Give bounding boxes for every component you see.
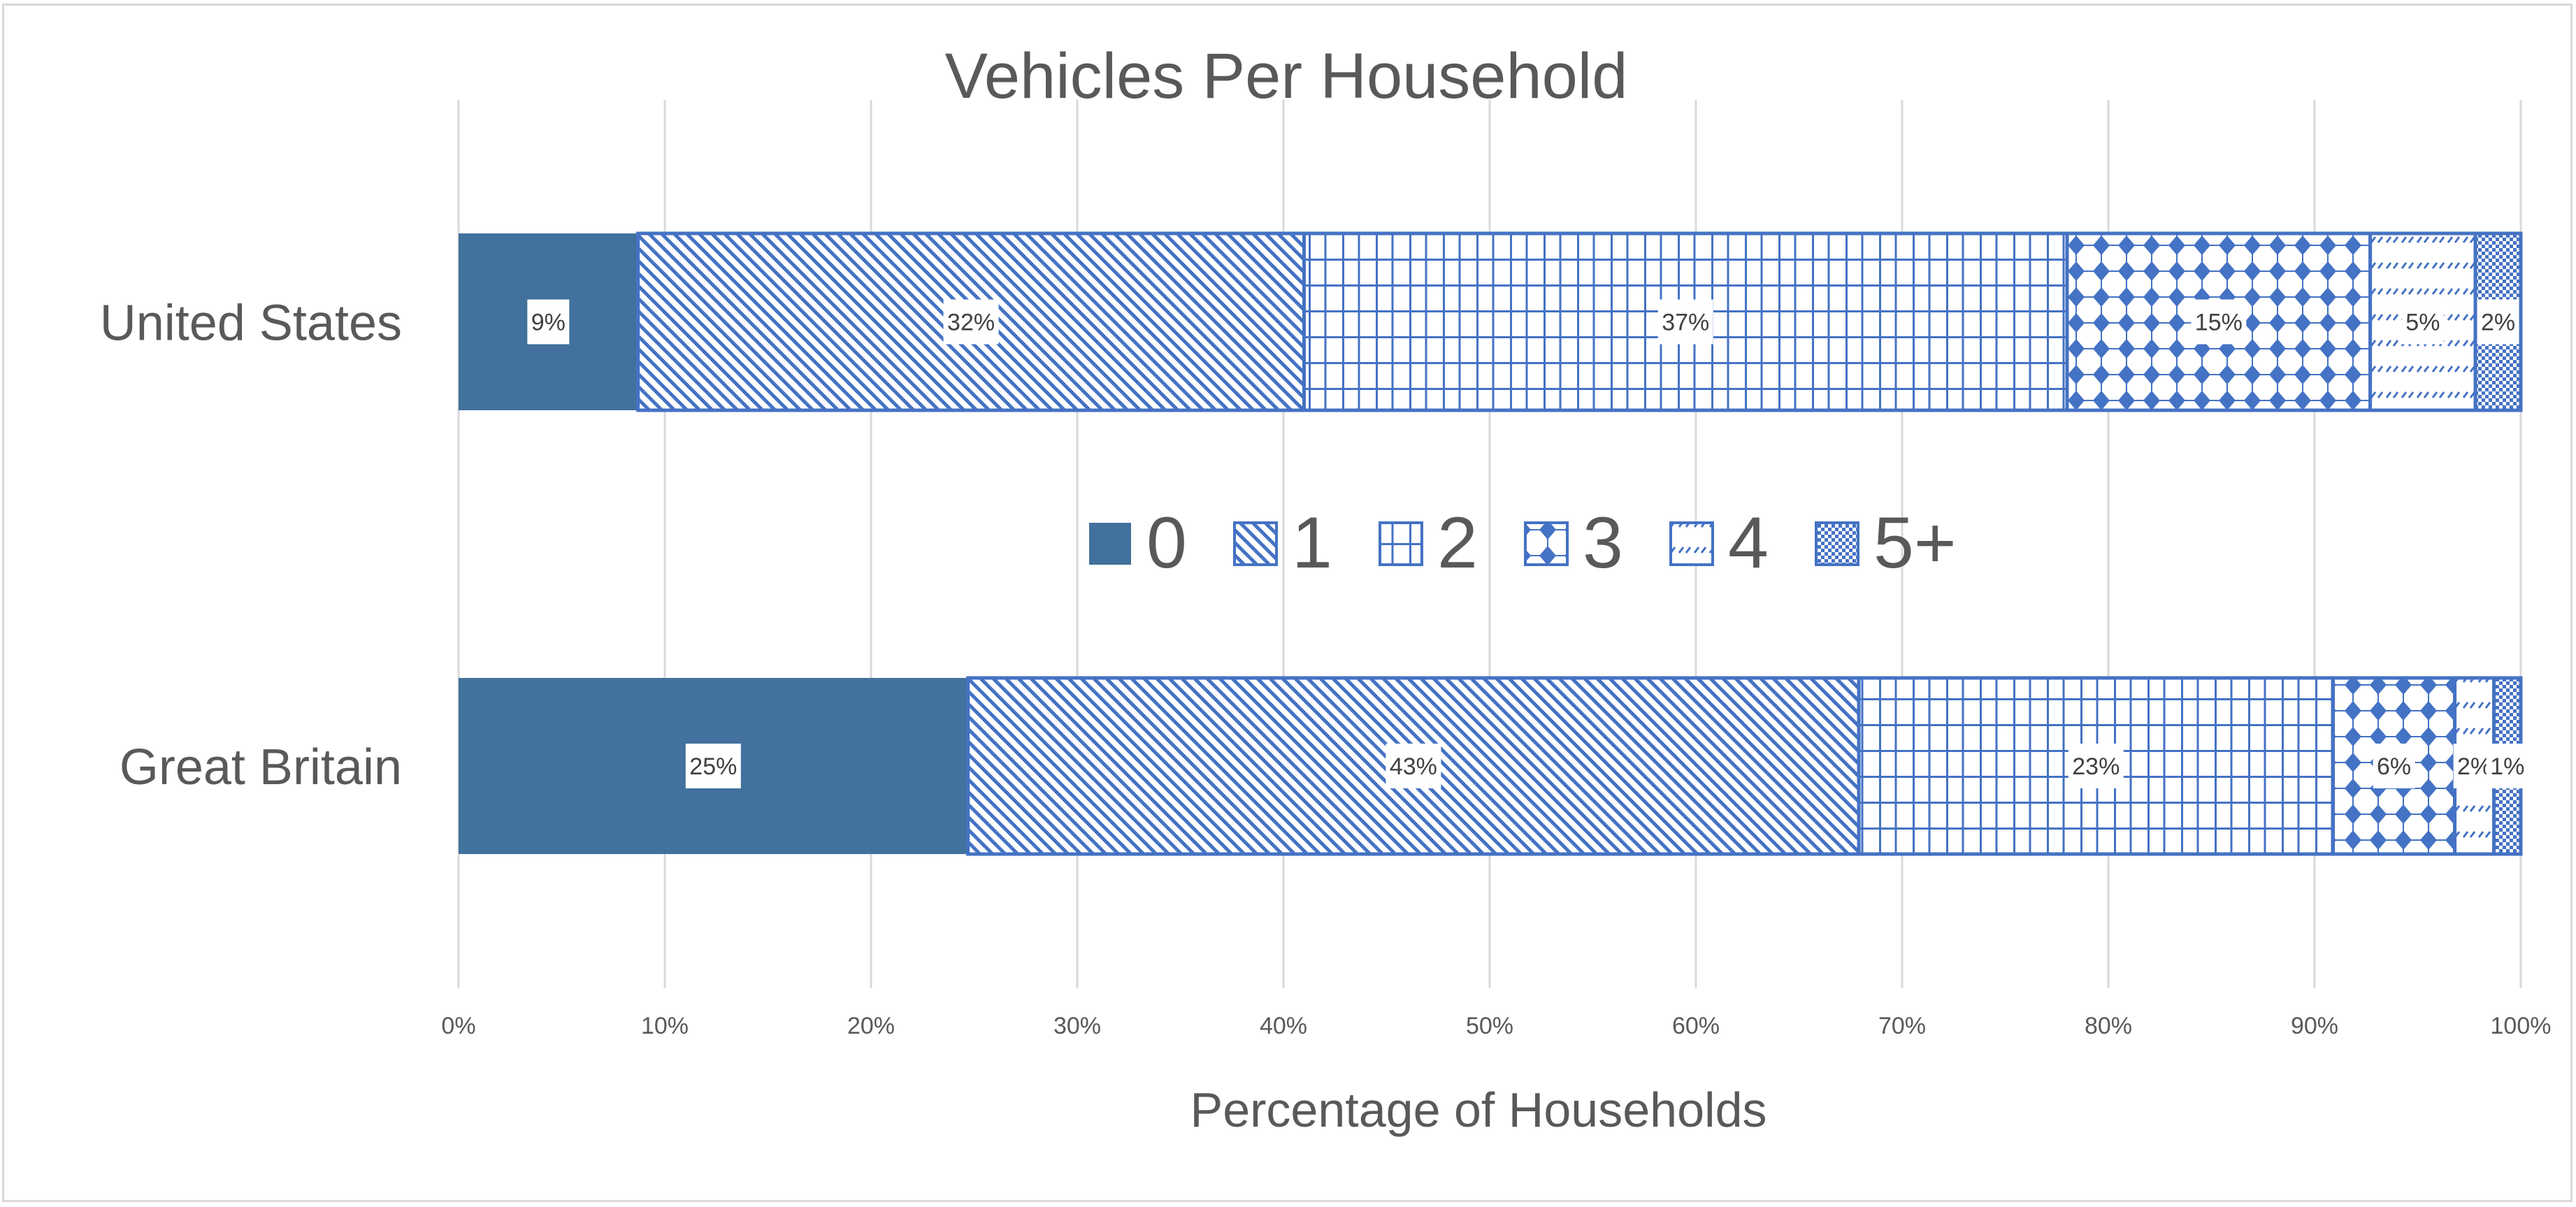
data-label-text: 23% (2072, 753, 2120, 780)
data-label-text: 2% (2481, 310, 2515, 336)
x-tick-label: 70% (1878, 1013, 1926, 1039)
x-tick-label: 60% (1672, 1013, 1720, 1039)
chart-svg: Vehicles Per Household United States Grea… (100, 41, 2552, 1137)
legend-label: 5+ (1873, 503, 1957, 584)
data-label-text: 32% (947, 310, 995, 336)
data-label: 25% (685, 744, 741, 788)
data-label: 15% (2191, 299, 2247, 345)
category-label: United States (100, 296, 402, 352)
data-label-text: 9% (531, 310, 566, 336)
x-tick-label: 0% (441, 1013, 475, 1039)
data-label-text: 43% (1390, 753, 1437, 780)
legend-label: 1 (1292, 503, 1332, 584)
legend-item: 5+ (1815, 503, 1957, 584)
data-label-text: 6% (2377, 753, 2411, 780)
x-tick-label: 30% (1053, 1013, 1101, 1039)
x-tick-label: 20% (847, 1013, 895, 1039)
data-label-text: 15% (2195, 310, 2243, 336)
x-axis-title: Percentage of Households (1190, 1083, 1767, 1137)
data-label-text: 25% (689, 753, 737, 780)
legend-label: 3 (1583, 503, 1623, 584)
chart-title: Vehicles Per Household (945, 41, 1628, 112)
data-label: 43% (1386, 744, 1441, 788)
data-label: 1% (2486, 744, 2528, 788)
legend-swatch (1815, 521, 1859, 566)
legend-label: 4 (1728, 503, 1769, 584)
x-tick-label: 50% (1466, 1013, 1513, 1039)
data-label: 6% (2373, 744, 2415, 788)
data-label: 2% (2477, 299, 2519, 345)
legend-item: 0 (1089, 503, 1187, 584)
x-tick-label: 100% (2491, 1013, 2552, 1039)
category-axis-labels: United States Great Britain (100, 296, 402, 796)
x-tick-label: 10% (641, 1013, 689, 1039)
data-label: 37% (1657, 299, 1713, 345)
legend-label: 0 (1146, 503, 1187, 584)
legend-item: 4 (1669, 503, 1769, 584)
data-label: 23% (2068, 744, 2124, 788)
legend-swatch (1524, 521, 1569, 566)
x-tick-label: 80% (2085, 1013, 2132, 1039)
category-label: Great Britain (120, 739, 402, 795)
legend: 0 1 2 3 4 5+ (1089, 503, 1957, 584)
data-label-text: 1% (2490, 753, 2524, 780)
legend-item: 2 (1379, 503, 1478, 584)
legend-item: 3 (1524, 503, 1623, 584)
x-axis-tick-labels: 0% 10% 20% 30% 40% 50% 60% 70% 80% 90% 100% (441, 1013, 2551, 1039)
data-label: 32% (943, 299, 999, 345)
data-label-text: 2% (2457, 753, 2491, 780)
x-tick-label: 40% (1260, 1013, 1307, 1039)
legend-swatch (1233, 521, 1278, 566)
data-label: 5% (2401, 299, 2444, 345)
legend-label: 2 (1437, 503, 1478, 584)
legend-swatch (1379, 521, 1423, 566)
x-tick-label: 90% (2291, 1013, 2338, 1039)
legend-swatch (1089, 523, 1131, 565)
data-label-text: 37% (1662, 310, 1709, 336)
legend-swatch (1669, 521, 1714, 566)
data-label-text: 5% (2405, 310, 2440, 336)
data-label: 9% (527, 299, 570, 345)
